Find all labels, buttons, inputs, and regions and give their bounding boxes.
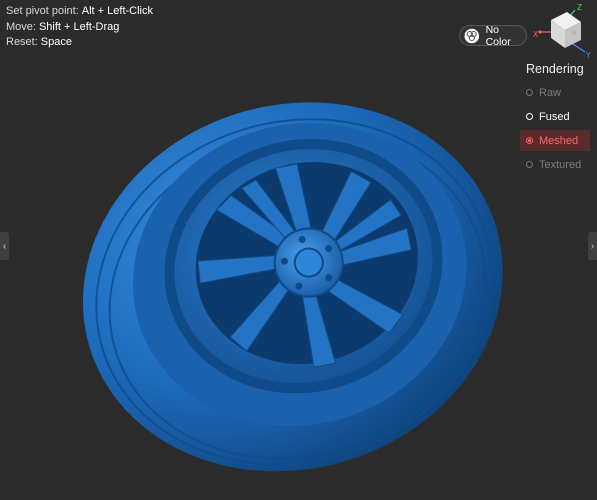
hint-pivot: Set pivot point: Alt + Left-Click xyxy=(6,4,153,20)
z-axis-label: Z xyxy=(577,3,582,12)
no-color-toggle[interactable]: No Color xyxy=(459,23,527,48)
y-axis-label: Y xyxy=(585,51,591,60)
rendering-option-raw[interactable]: Raw xyxy=(520,82,590,103)
svg-text:◌: ◌ xyxy=(572,30,576,36)
previous-arrow-button[interactable]: ‹ xyxy=(0,232,9,260)
chevron-left-icon: ‹ xyxy=(2,240,7,252)
radio-selected-icon xyxy=(526,137,533,144)
control-hints: Set pivot point: Alt + Left-Click Move: Sh… xyxy=(6,4,153,51)
hint-label: Reset: xyxy=(6,36,38,48)
orientation-cube-gizmo[interactable]: ◌ Z X Y xyxy=(533,2,593,60)
rendering-option-label: Raw xyxy=(539,86,562,99)
rendering-option-label: Textured xyxy=(539,158,582,171)
hint-value: Alt + Left-Click xyxy=(81,5,153,17)
rendering-title: Rendering xyxy=(526,62,584,76)
rendering-panel: Rendering Raw Fused Meshed Textured xyxy=(520,62,590,178)
hint-move: Move: Shift + Left-Drag xyxy=(6,20,153,36)
rendering-option-fused[interactable]: Fused xyxy=(520,106,590,127)
rendering-option-meshed[interactable]: Meshed xyxy=(520,130,590,151)
radio-icon xyxy=(526,161,533,168)
rendering-option-label: Meshed xyxy=(539,134,579,147)
tire-model[interactable] xyxy=(80,82,505,487)
hint-value: Shift + Left-Drag xyxy=(38,20,120,33)
x-axis-label: X xyxy=(533,30,538,39)
x-axis-dot-icon xyxy=(538,30,542,34)
rendering-option-textured[interactable]: Textured xyxy=(520,154,590,175)
color-toggle-label: No Color xyxy=(485,23,511,48)
radio-icon xyxy=(526,113,533,120)
3d-viewport[interactable]: Set pivot point: Alt + Left-Click Move: Sh… xyxy=(0,0,597,500)
hint-value: Space xyxy=(40,36,72,48)
chevron-right-icon: › xyxy=(590,240,595,252)
next-arrow-button[interactable]: › xyxy=(588,232,597,260)
radio-icon xyxy=(526,89,533,96)
hint-reset: Reset: Space xyxy=(6,35,153,51)
hint-label: Set pivot point: xyxy=(6,5,79,17)
color-circles-icon xyxy=(464,28,480,43)
rendering-option-label: Fused xyxy=(539,110,570,123)
hint-label: Move: xyxy=(6,20,36,33)
